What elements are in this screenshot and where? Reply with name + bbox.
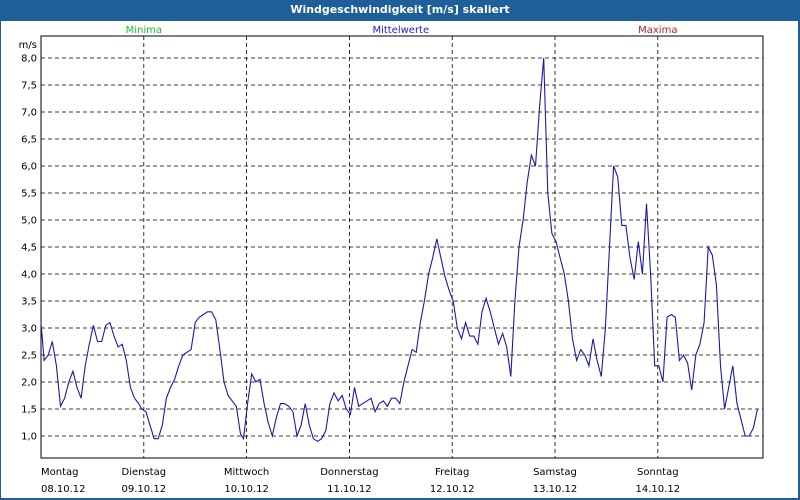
y-tick-label: 5,5 xyxy=(21,189,37,200)
y-tick-label: 2,0 xyxy=(21,378,37,389)
y-tick-label: 4,5 xyxy=(21,243,37,254)
y-tick-label: 3,0 xyxy=(21,324,37,335)
x-tick-day: Mittwoch xyxy=(224,467,269,478)
y-tick-label: 6,0 xyxy=(21,162,37,173)
y-axis-unit: m/s xyxy=(19,40,37,51)
chart-panel: 1,0 1,5 2,0 2,5 3,0 3,5 4,0 4,5 5,0 5,5 6,0 6,5 7,0 7… xyxy=(1,21,798,498)
y-tick-label: 5,0 xyxy=(21,216,37,227)
wind-speed-chart: 1,0 1,5 2,0 2,5 3,0 3,5 4,0 4,5 5,0 5,5 6,0 6,5 7,0 7… xyxy=(19,25,764,495)
x-tick-day: Montag xyxy=(41,467,78,478)
window-frame: Windgeschwindigkeit [m/s] skaliert 1,0 1,… xyxy=(0,0,800,500)
window-title: Windgeschwindigkeit [m/s] skaliert xyxy=(0,0,800,20)
x-tick-date: 10.10.12 xyxy=(224,484,269,495)
legend-minima: Minima xyxy=(126,25,162,36)
x-tick-date: 13.10.12 xyxy=(533,484,578,495)
y-tick-label: 4,0 xyxy=(21,270,37,281)
legend-mittelwerte: Mittelwerte xyxy=(372,25,429,36)
x-tick-date: 12.10.12 xyxy=(430,484,475,495)
x-tick-day: Dienstag xyxy=(122,467,167,478)
y-tick-label: 6,5 xyxy=(21,135,37,146)
y-tick-label: 7,5 xyxy=(21,81,37,92)
x-tick-day: Donnerstag xyxy=(320,467,378,478)
x-tick-date: 08.10.12 xyxy=(41,484,86,495)
y-tick-label: 8,0 xyxy=(21,54,37,65)
y-tick-label: 2,5 xyxy=(21,351,37,362)
x-tick-day: Samstag xyxy=(533,467,577,478)
y-tick-label: 1,0 xyxy=(21,432,37,443)
legend-maxima: Maxima xyxy=(638,25,677,36)
y-tick-label: 7,0 xyxy=(21,108,37,119)
y-tick-label: 3,5 xyxy=(21,297,37,308)
x-tick-day: Sonntag xyxy=(637,467,679,478)
x-tick-day: Freitag xyxy=(435,467,469,478)
x-tick-date: 14.10.12 xyxy=(636,484,681,495)
x-tick-date: 11.10.12 xyxy=(327,484,372,495)
y-tick-label: 1,5 xyxy=(21,405,37,416)
x-tick-date: 09.10.12 xyxy=(122,484,167,495)
